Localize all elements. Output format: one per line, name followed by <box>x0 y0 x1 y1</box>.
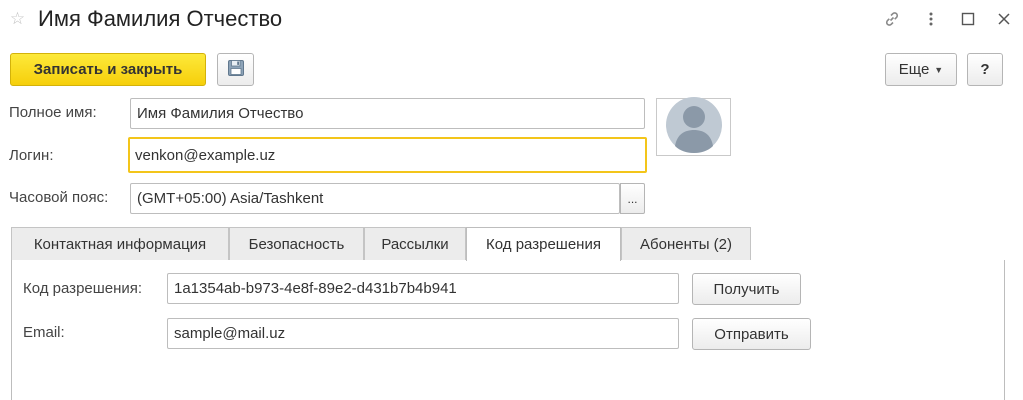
more-button[interactable]: Еще ▼ <box>885 53 957 86</box>
permission-code-input[interactable]: 1a1354ab-b973-4e8f-89e2-d431b7b4b941 <box>167 273 679 304</box>
save-button[interactable] <box>217 53 254 86</box>
get-code-button[interactable]: Получить <box>692 273 801 305</box>
avatar[interactable] <box>656 96 731 159</box>
login-label: Логин: <box>9 147 54 164</box>
tab-permission-code[interactable]: Код разрешения <box>466 227 621 261</box>
window-title: Имя Фамилия Отчество <box>38 6 283 31</box>
tab-contact-info[interactable]: Контактная информация <box>11 227 229 261</box>
login-input[interactable]: venkon@example.uz <box>128 137 647 173</box>
save-and-close-button[interactable]: Записать и закрыть <box>10 53 206 86</box>
tab-mailings[interactable]: Рассылки <box>364 227 466 261</box>
more-vertical-icon[interactable] <box>920 8 942 30</box>
tab-security[interactable]: Безопасность <box>229 227 364 261</box>
email-input[interactable]: sample@mail.uz <box>167 318 679 349</box>
permission-code-label: Код разрешения: <box>23 280 143 297</box>
tab-subscribers[interactable]: Абоненты (2) <box>621 227 751 261</box>
close-icon[interactable] <box>993 8 1015 30</box>
more-button-label: Еще <box>898 61 930 78</box>
avatar-placeholder-icon <box>665 96 723 159</box>
full-name-input[interactable]: Имя Фамилия Отчество <box>130 98 645 129</box>
full-name-label: Полное имя: <box>9 104 97 121</box>
timezone-choose-button[interactable]: ... <box>620 183 645 214</box>
chevron-down-icon: ▼ <box>934 64 944 75</box>
maximize-icon[interactable] <box>957 8 979 30</box>
link-icon[interactable] <box>881 8 903 30</box>
timezone-label: Часовой пояс: <box>9 189 109 206</box>
send-button[interactable]: Отправить <box>692 318 811 350</box>
favorite-star-icon[interactable]: ☆ <box>8 9 27 28</box>
timezone-input[interactable]: (GMT+05:00) Asia/Tashkent <box>130 183 620 214</box>
save-disk-icon <box>227 59 245 81</box>
help-button[interactable]: ? <box>967 53 1003 86</box>
email-label: Email: <box>23 324 65 341</box>
